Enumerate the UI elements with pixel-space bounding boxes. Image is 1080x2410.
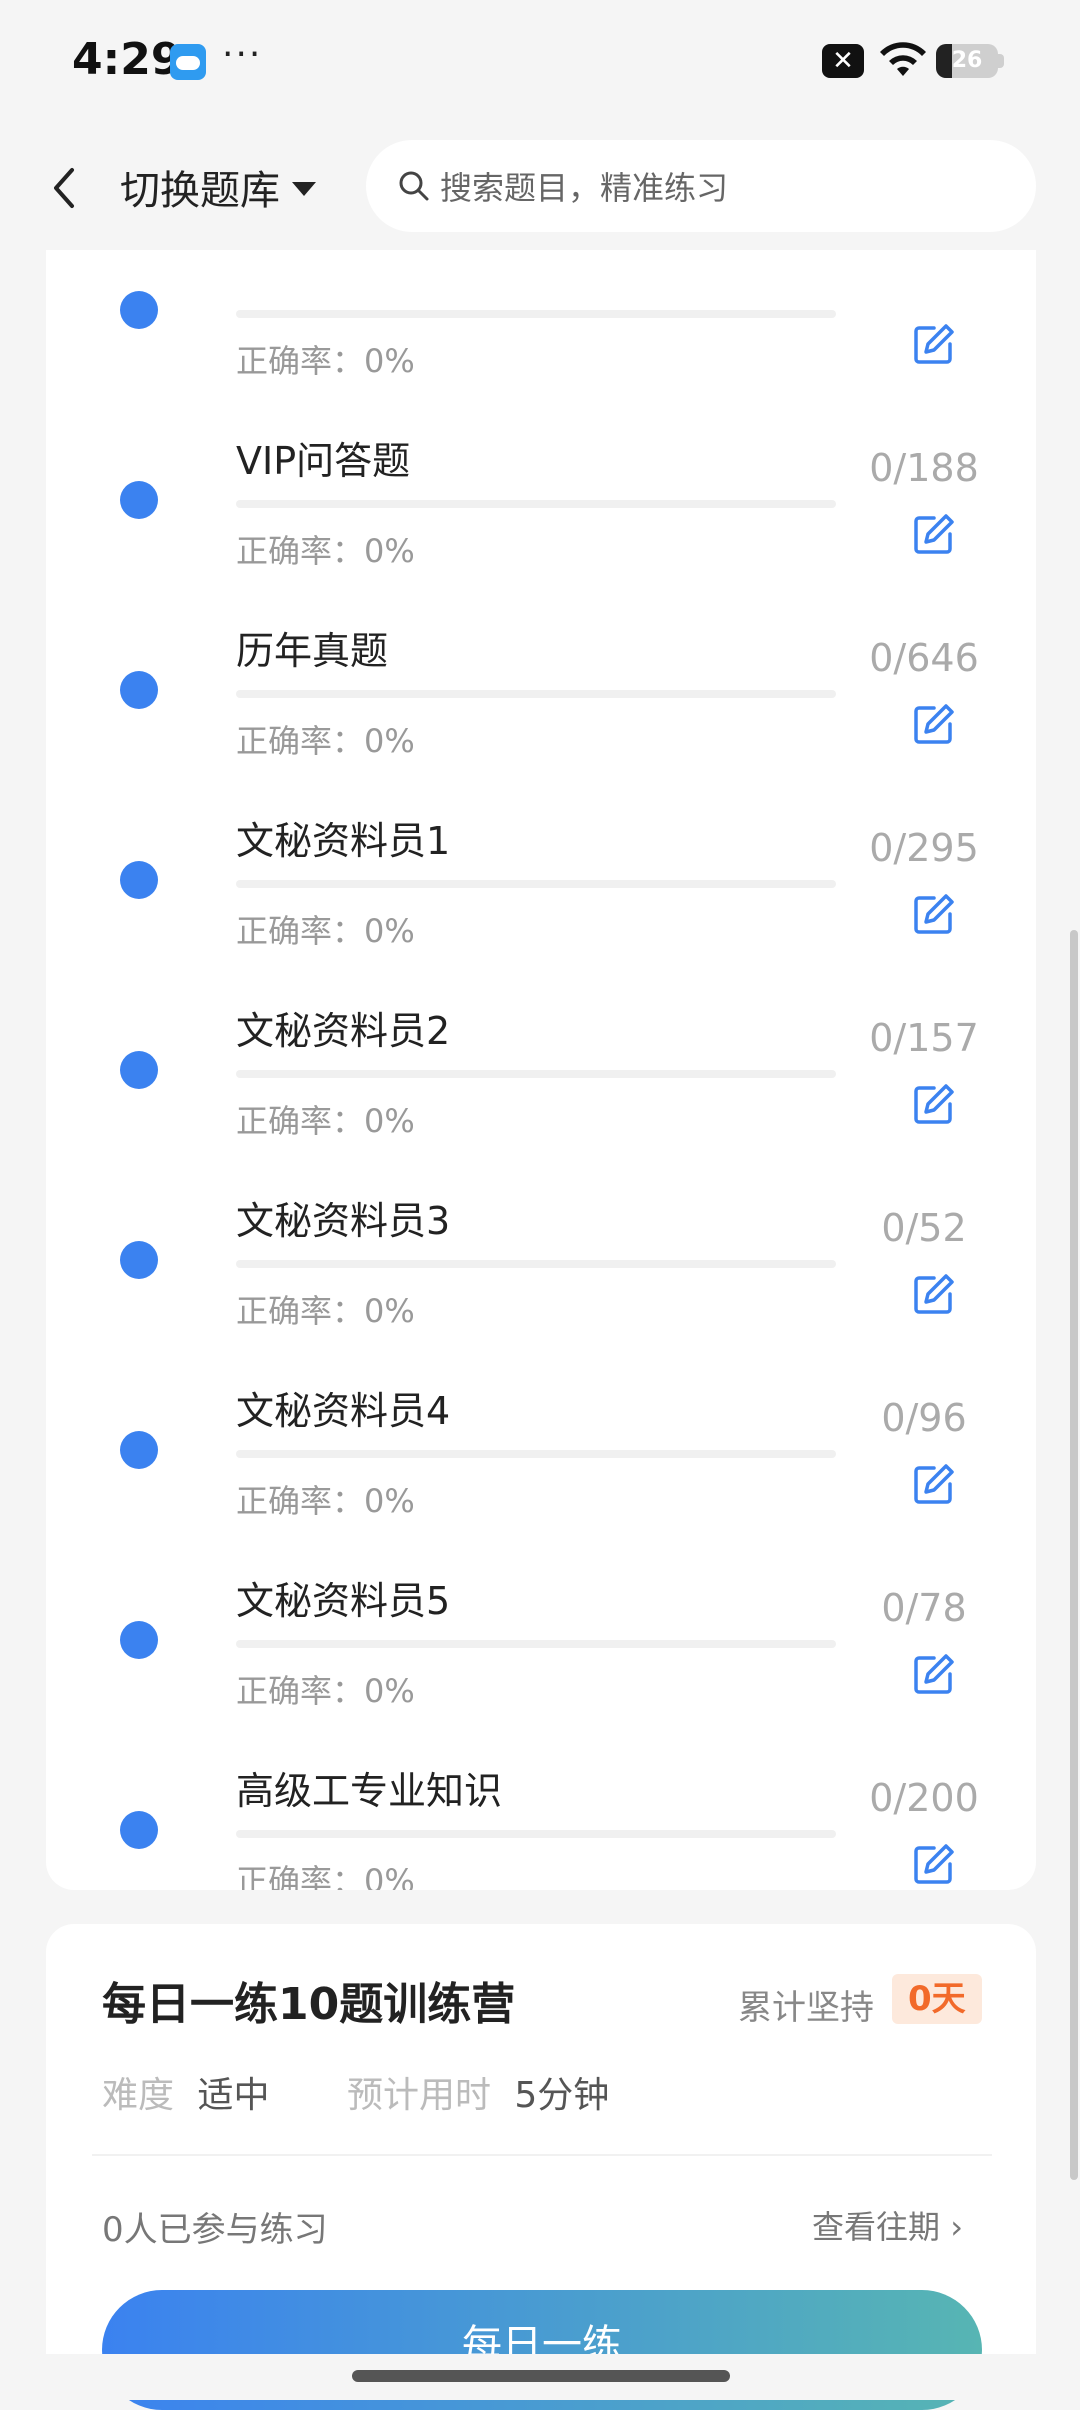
wifi-icon bbox=[880, 42, 926, 76]
switch-bank-label: 切换题库 bbox=[120, 168, 280, 214]
question-bank-item[interactable]: 历年真题 正确率：0% 0/646 bbox=[46, 510, 1036, 760]
progress-count: 0/295 bbox=[869, 826, 979, 870]
status-bar: 4:29 ··· ✕ 26 bbox=[0, 0, 1080, 124]
progress-bar bbox=[236, 1450, 836, 1458]
status-time: 4:29 bbox=[72, 34, 182, 85]
back-arrow-icon[interactable] bbox=[40, 160, 90, 216]
edit-icon[interactable] bbox=[912, 1842, 956, 1886]
streak-label: 累计坚持 bbox=[738, 1988, 874, 2028]
daily-practice-card: 每日一练10题训练营 累计坚持 0天 难度 适中 预计用时 5分钟 0人已参与练… bbox=[46, 1924, 1036, 2410]
question-bank-item[interactable]: 文秘资料员4 正确率：0% 0/96 bbox=[46, 1270, 1036, 1520]
progress-count: 0/52 bbox=[881, 1206, 967, 1250]
battery-tip bbox=[998, 54, 1004, 68]
accuracy-rate: 正确率：0% bbox=[236, 1862, 415, 1890]
battery-icon: 26 bbox=[936, 44, 998, 78]
item-title: VIP问答题 bbox=[236, 439, 411, 483]
question-bank-item[interactable]: 文秘资料员3 正确率：0% 0/52 bbox=[46, 1080, 1036, 1330]
time-label: 预计用时 bbox=[346, 2075, 491, 2116]
progress-count: 0/96 bbox=[881, 1396, 967, 1440]
question-bank-item[interactable]: 文秘资料员1 正确率：0% 0/295 bbox=[46, 700, 1036, 950]
item-title: 历年真题 bbox=[236, 629, 389, 673]
home-indicator[interactable] bbox=[352, 2370, 730, 2382]
top-nav: 切换题库 搜索题目，精准练习 bbox=[0, 124, 1080, 250]
search-placeholder: 搜索题目，精准练习 bbox=[440, 169, 729, 207]
item-title: 文秘资料员3 bbox=[236, 1199, 451, 1243]
practice-meta: 难度 适中 预计用时 5分钟 bbox=[102, 2066, 609, 2118]
question-bank-item[interactable]: VIP问答题 正确率：0% 0/188 bbox=[46, 320, 1036, 570]
progress-bar bbox=[236, 880, 836, 888]
progress-bar bbox=[236, 1830, 836, 1838]
divider bbox=[92, 2154, 992, 2156]
item-title: 文秘资料员1 bbox=[236, 819, 451, 863]
progress-bar bbox=[236, 1260, 836, 1268]
participants-count: 0人已参与练习 bbox=[102, 2210, 328, 2250]
question-bank-list: 正确率：0% VIP问答题 正确率：0% 0/188 历年真题 正确率：0% 0/646 文秘… bbox=[46, 250, 1036, 1890]
streak-badge: 0天 bbox=[892, 1974, 982, 2024]
time-value: 5分钟 bbox=[514, 2075, 610, 2116]
progress-bar bbox=[236, 1070, 836, 1078]
question-bank-item[interactable]: 正确率：0% bbox=[46, 250, 1036, 380]
daily-practice-title: 每日一练10题训练营 bbox=[102, 1979, 516, 2030]
chevron-right-icon: › bbox=[950, 2208, 963, 2246]
scrollbar[interactable] bbox=[1070, 930, 1078, 2180]
progress-count: 0/157 bbox=[869, 1016, 979, 1060]
progress-bar bbox=[236, 310, 836, 318]
switch-question-bank-button[interactable]: 切换题库 bbox=[120, 158, 316, 216]
progress-count: 0/78 bbox=[881, 1586, 967, 1630]
progress-bar bbox=[236, 500, 836, 508]
item-title: 文秘资料员4 bbox=[236, 1389, 451, 1433]
more-notifications-icon: ··· bbox=[222, 34, 263, 75]
item-title: 文秘资料员2 bbox=[236, 1009, 451, 1053]
progress-count: 0/188 bbox=[869, 446, 979, 490]
weather-app-icon bbox=[170, 44, 206, 80]
view-history-link[interactable]: 查看往期 › bbox=[812, 2202, 963, 2248]
bullet-dot bbox=[120, 1811, 158, 1849]
question-bank-item[interactable]: 高级工专业知识正确率：0% 0/200 bbox=[46, 1650, 1036, 1890]
item-title: 高级工专业知识 bbox=[236, 1769, 503, 1813]
question-bank-item[interactable]: 文秘资料员2 正确率：0% 0/157 bbox=[46, 890, 1036, 1140]
difficulty-label: 难度 bbox=[102, 2075, 175, 2116]
progress-count: 0/200 bbox=[869, 1776, 979, 1820]
question-bank-item[interactable]: 文秘资料员5 正确率：0% 0/78 bbox=[46, 1460, 1036, 1710]
progress-bar bbox=[236, 1640, 836, 1648]
progress-count: 0/646 bbox=[869, 636, 979, 680]
difficulty-value: 适中 bbox=[197, 2075, 270, 2116]
search-icon bbox=[399, 171, 429, 201]
close-notification-icon: ✕ bbox=[822, 44, 864, 78]
progress-bar bbox=[236, 690, 836, 698]
battery-level: 26 bbox=[951, 48, 983, 73]
caret-down-icon bbox=[292, 182, 316, 196]
view-history-label: 查看往期 bbox=[812, 2208, 941, 2246]
item-title: 文秘资料员5 bbox=[236, 1579, 451, 1623]
search-input[interactable]: 搜索题目，精准练习 bbox=[366, 140, 1036, 232]
